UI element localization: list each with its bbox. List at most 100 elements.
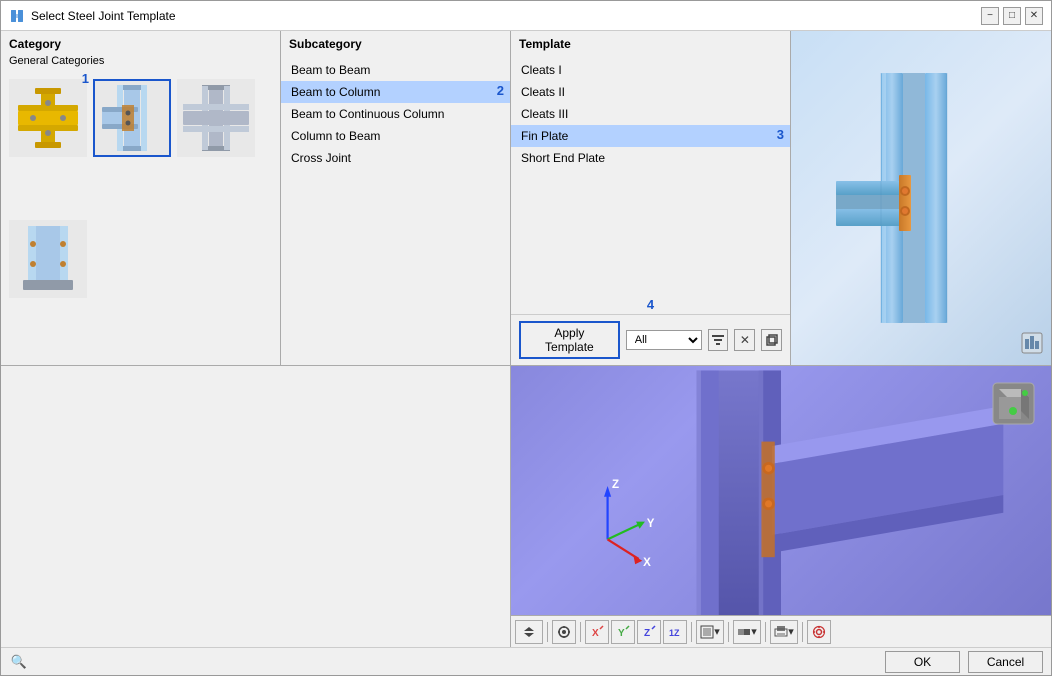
separator-4 xyxy=(728,622,729,642)
view-up-icon xyxy=(523,626,535,638)
app-icon xyxy=(9,8,25,24)
category-grid: 1 xyxy=(1,71,280,365)
axis-z-icon: Z xyxy=(642,625,656,639)
category-panel: Category General Categories 1 xyxy=(1,31,281,365)
copy-icon-btn[interactable] xyxy=(761,329,782,351)
separator-5 xyxy=(765,622,766,642)
axis-y-btn[interactable]: Y xyxy=(611,620,635,644)
preview-panel-top xyxy=(791,31,1051,365)
bottom-right-panel: Z Y X xyxy=(511,366,1051,647)
fit-view-icon xyxy=(557,625,571,639)
subcategory-panel: Subcategory Beam to Beam 2 Beam to Colum… xyxy=(281,31,511,365)
step-1-indicator: 1 xyxy=(82,71,89,86)
category-item-1[interactable]: 1 xyxy=(9,79,87,157)
bottom-left-panel xyxy=(1,366,511,647)
subcategory-header: Subcategory xyxy=(281,31,510,55)
3d-scene-bottom: Z Y X xyxy=(511,366,1051,615)
subcategory-item-beam-to-column[interactable]: 2 Beam to Column xyxy=(281,81,510,103)
svg-text:Y: Y xyxy=(618,628,625,639)
minimize-button[interactable]: − xyxy=(981,7,999,25)
view-cube[interactable] xyxy=(991,381,1036,426)
preview-action-icon[interactable] xyxy=(1021,332,1043,357)
joint-preview-svg xyxy=(826,63,1016,333)
settings-btn[interactable] xyxy=(807,620,831,644)
bottom-toolbar: X Y Z xyxy=(511,615,1051,647)
axis-y-icon: Y xyxy=(616,625,630,639)
axis-x-icon: X xyxy=(590,625,604,639)
template-item-cleats-i[interactable]: Cleats I xyxy=(511,59,790,81)
3d-viewport: Z Y X xyxy=(511,366,1051,615)
beam-beam-icon xyxy=(13,83,83,153)
display-mode-icon xyxy=(700,625,714,639)
template-header: Template xyxy=(511,31,790,55)
step-4-indicator: 4 xyxy=(511,295,790,314)
fit-view-btn[interactable] xyxy=(552,620,576,644)
svg-text:Z: Z xyxy=(612,479,619,491)
template-list: Cleats I Cleats II Cleats III 3 Fin Plat… xyxy=(511,55,790,295)
display-mode-dropdown[interactable]: ▾ xyxy=(696,620,724,644)
subcategory-item-column-to-beam[interactable]: Column to Beam xyxy=(281,125,510,147)
window-controls: − □ ✕ xyxy=(981,7,1043,25)
category-item-4[interactable] xyxy=(9,220,87,298)
filter-dropdown[interactable]: All Recent Favorites xyxy=(626,330,702,350)
column-base-icon xyxy=(13,224,83,294)
separator-6 xyxy=(802,622,803,642)
beam-column-icon xyxy=(97,83,167,153)
axis-z-btn[interactable]: Z xyxy=(637,620,661,644)
subcategory-item-cross-joint[interactable]: Cross Joint xyxy=(281,147,510,169)
axis-z2-btn[interactable]: 1Z xyxy=(663,620,687,644)
close-button[interactable]: ✕ xyxy=(1025,7,1043,25)
filter-icon-btn[interactable] xyxy=(708,329,729,351)
clear-icon-btn[interactable]: ✕ xyxy=(734,329,755,351)
window-title: Select Steel Joint Template xyxy=(31,9,981,23)
3d-scene-svg: Z Y X xyxy=(511,366,1051,615)
step-2-indicator: 2 xyxy=(497,83,504,98)
category-label: General Categories xyxy=(1,55,280,71)
category-item-2[interactable] xyxy=(93,79,171,157)
template-item-cleats-ii[interactable]: Cleats II xyxy=(511,81,790,103)
print-icon xyxy=(774,625,788,639)
subcategory-item-beam-to-beam[interactable]: Beam to Beam xyxy=(281,59,510,81)
svg-text:Y: Y xyxy=(647,518,655,530)
separator-3 xyxy=(691,622,692,642)
filter-icon xyxy=(711,333,725,347)
axis-x-btn[interactable]: X xyxy=(585,620,609,644)
category-item-3[interactable] xyxy=(177,79,255,157)
apply-template-button[interactable]: Apply Template xyxy=(519,321,620,359)
visual-style-dropdown[interactable]: ▾ xyxy=(733,620,761,644)
category-header: Category xyxy=(1,31,280,55)
top-panels: Category General Categories 1 xyxy=(1,31,1051,366)
template-item-fin-plate[interactable]: 3 Fin Plate xyxy=(511,125,790,147)
bottom-panels: Z Y X xyxy=(1,366,1051,647)
search-icon[interactable]: 🔍 xyxy=(9,652,29,672)
3d-preview-top xyxy=(791,31,1051,365)
title-bar: Select Steel Joint Template − □ ✕ xyxy=(1,1,1051,31)
template-item-cleats-iii[interactable]: Cleats III xyxy=(511,103,790,125)
template-bottom-bar: Apply Template All Recent Favorites ✕ xyxy=(511,314,790,365)
separator-2 xyxy=(580,622,581,642)
cancel-button[interactable]: Cancel xyxy=(968,651,1043,673)
ok-button[interactable]: OK xyxy=(885,651,960,673)
main-content: Category General Categories 1 xyxy=(1,31,1051,675)
cross-joint-icon xyxy=(181,83,251,153)
svg-text:Z: Z xyxy=(644,628,650,639)
print-dropdown[interactable]: ▾ xyxy=(770,620,798,644)
subcategory-item-beam-to-continuous[interactable]: Beam to Continuous Column xyxy=(281,103,510,125)
settings-icon xyxy=(812,625,826,639)
axis-z2-icon: 1Z xyxy=(668,625,682,639)
visual-style-icon xyxy=(737,625,751,639)
separator-1 xyxy=(547,622,548,642)
view-orientation-dropdown[interactable] xyxy=(515,620,543,644)
svg-text:X: X xyxy=(643,557,651,569)
copy-icon xyxy=(766,334,778,346)
template-item-short-end-plate[interactable]: Short End Plate xyxy=(511,147,790,169)
footer: 🔍 OK Cancel xyxy=(1,647,1051,675)
svg-text:X: X xyxy=(592,628,599,639)
template-panel: Template Cleats I Cleats II Cleats III 3… xyxy=(511,31,791,365)
subcategory-list: Beam to Beam 2 Beam to Column Beam to Co… xyxy=(281,55,510,365)
footer-buttons: OK Cancel xyxy=(885,651,1043,673)
maximize-button[interactable]: □ xyxy=(1003,7,1021,25)
step-3-indicator: 3 xyxy=(777,127,784,142)
svg-text:1Z: 1Z xyxy=(669,628,680,638)
main-window: Select Steel Joint Template − □ ✕ Catego… xyxy=(0,0,1052,676)
